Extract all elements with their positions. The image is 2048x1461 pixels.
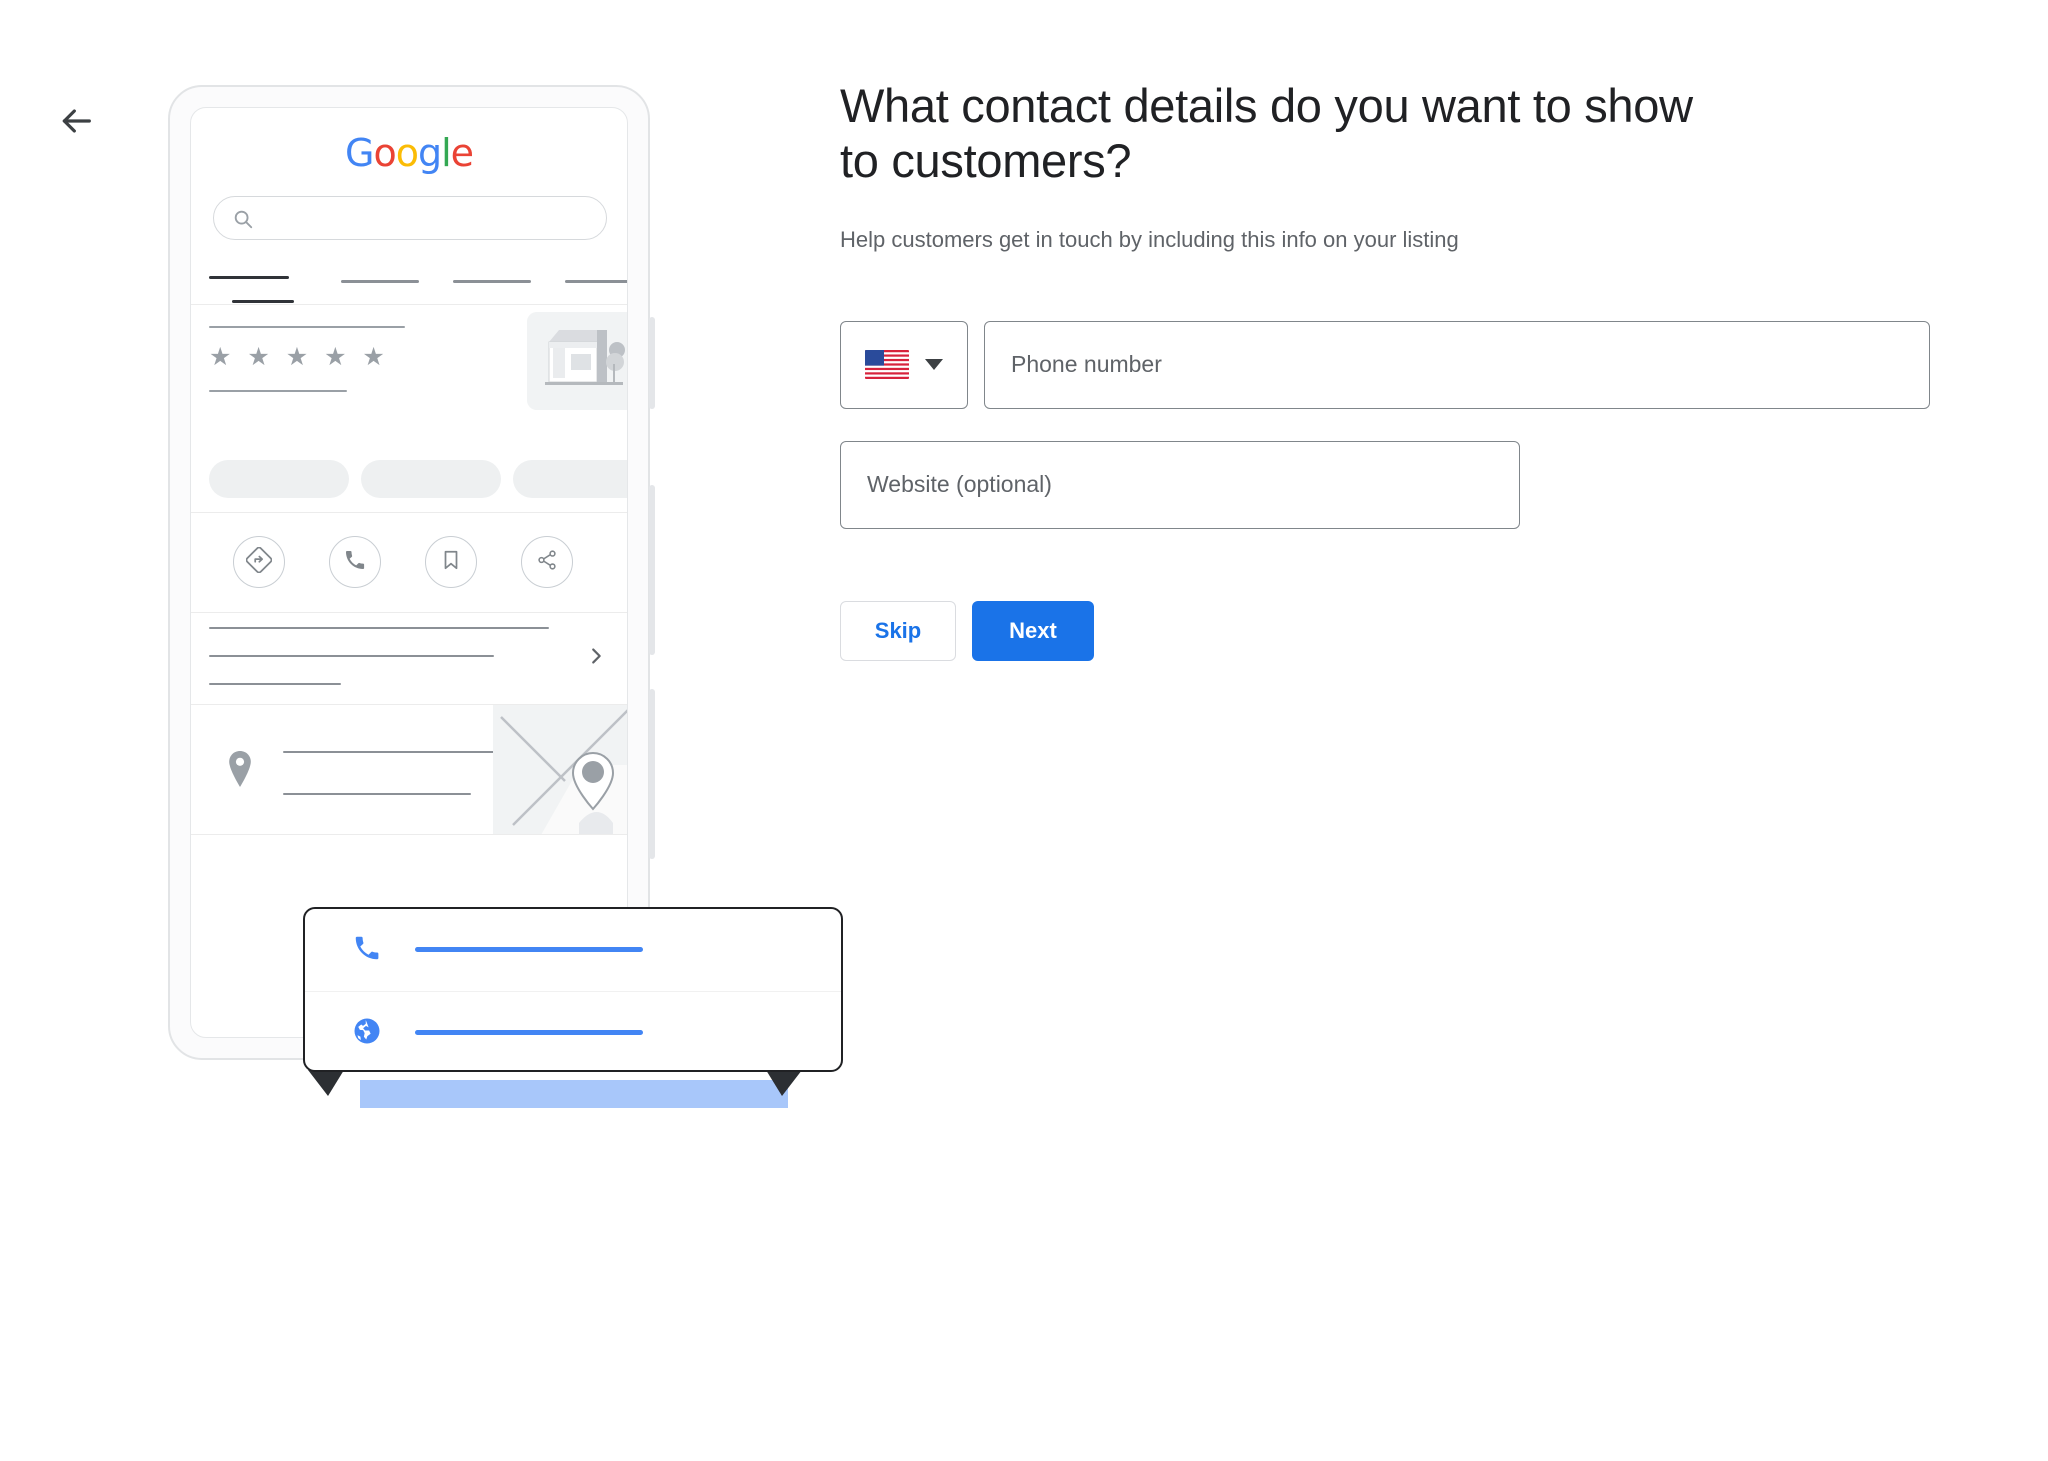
chip-row-divider — [191, 512, 627, 513]
google-logo: Google — [191, 134, 627, 172]
country-code-select[interactable] — [840, 320, 968, 409]
chip-row — [191, 460, 627, 512]
chip-0[interactable] — [209, 460, 349, 498]
info-line-0 — [209, 627, 549, 629]
info-line-2 — [209, 683, 341, 685]
search-input[interactable] — [213, 196, 607, 240]
highlight-row-phone[interactable] — [305, 909, 841, 991]
chip-2[interactable] — [513, 460, 627, 498]
contact-details-form: What contact details do you want to show… — [840, 78, 1930, 661]
highlight-band — [360, 1080, 788, 1108]
logo-letter-G: G — [344, 131, 374, 175]
highlight-line-website — [415, 1030, 643, 1035]
page-root: Google ★ ★ ★ ★ ★ What contact details do… — [0, 0, 2048, 1461]
phone-icon — [343, 548, 367, 577]
logo-letter-o1: o — [373, 131, 396, 175]
address-row[interactable] — [191, 705, 627, 835]
page-subtitle: Help customers get in touch by including… — [840, 226, 1459, 252]
share-button[interactable] — [521, 536, 573, 588]
page-title: What contact details do you want to show… — [840, 79, 1693, 188]
map-thumbnail[interactable] — [493, 705, 627, 835]
storefront-illustration — [527, 312, 627, 410]
call-button[interactable] — [329, 536, 381, 588]
address-row-divider — [191, 834, 627, 835]
chevron-down-icon — [925, 359, 943, 371]
share-icon — [536, 549, 558, 576]
arrow-left-icon — [56, 101, 96, 141]
phone-number-input[interactable]: Phone number — [984, 320, 1930, 409]
back-button[interactable] — [50, 95, 102, 147]
info-line-1 — [209, 655, 494, 657]
skip-button[interactable]: Skip — [840, 600, 956, 661]
phone-side-button-3 — [649, 689, 655, 859]
tab-3[interactable] — [565, 280, 627, 283]
phone-screen: Google ★ ★ ★ ★ ★ — [190, 107, 628, 1038]
logo-letter-l: l — [441, 131, 452, 175]
location-pin-icon — [225, 751, 255, 792]
logo-letter-e: e — [450, 131, 474, 175]
action-button-row — [191, 520, 627, 612]
phone-side-button-2 — [649, 485, 655, 655]
chevron-right-icon — [585, 645, 607, 672]
active-tab-indicator — [232, 300, 294, 303]
business-summary: ★ ★ ★ ★ ★ — [191, 304, 627, 464]
chip-1[interactable] — [361, 460, 501, 498]
phone-mockup: Google ★ ★ ★ ★ ★ — [168, 85, 843, 1108]
form-actions: Skip Next — [840, 600, 1930, 661]
highlight-line-phone — [415, 947, 643, 952]
business-name-placeholder — [209, 326, 405, 328]
highlight-row-website[interactable] — [305, 992, 841, 1074]
phone-side-button-1 — [649, 317, 655, 409]
logo-letter-o2: o — [395, 131, 419, 175]
us-flag-icon — [865, 350, 909, 380]
search-icon — [232, 208, 254, 235]
address-line-1 — [283, 793, 471, 795]
contact-highlight-card — [303, 907, 843, 1072]
info-row[interactable] — [191, 613, 627, 705]
phone-field-row: Phone number — [840, 320, 1930, 409]
tab-2[interactable] — [453, 280, 531, 283]
save-button[interactable] — [425, 536, 477, 588]
tab-1[interactable] — [341, 280, 419, 283]
globe-icon — [350, 1014, 384, 1048]
rating-stars: ★ ★ ★ ★ ★ — [209, 342, 389, 371]
logo-letter-g: g — [417, 131, 442, 175]
directions-button[interactable] — [233, 536, 285, 588]
tab-bar — [191, 268, 627, 306]
phone-icon — [350, 931, 384, 965]
website-input[interactable]: Website (optional) — [840, 440, 1520, 529]
bookmark-icon — [440, 549, 462, 576]
directions-icon — [245, 546, 273, 578]
tab-0[interactable] — [209, 276, 289, 279]
business-meta-placeholder — [209, 390, 347, 392]
next-button[interactable]: Next — [972, 600, 1094, 661]
